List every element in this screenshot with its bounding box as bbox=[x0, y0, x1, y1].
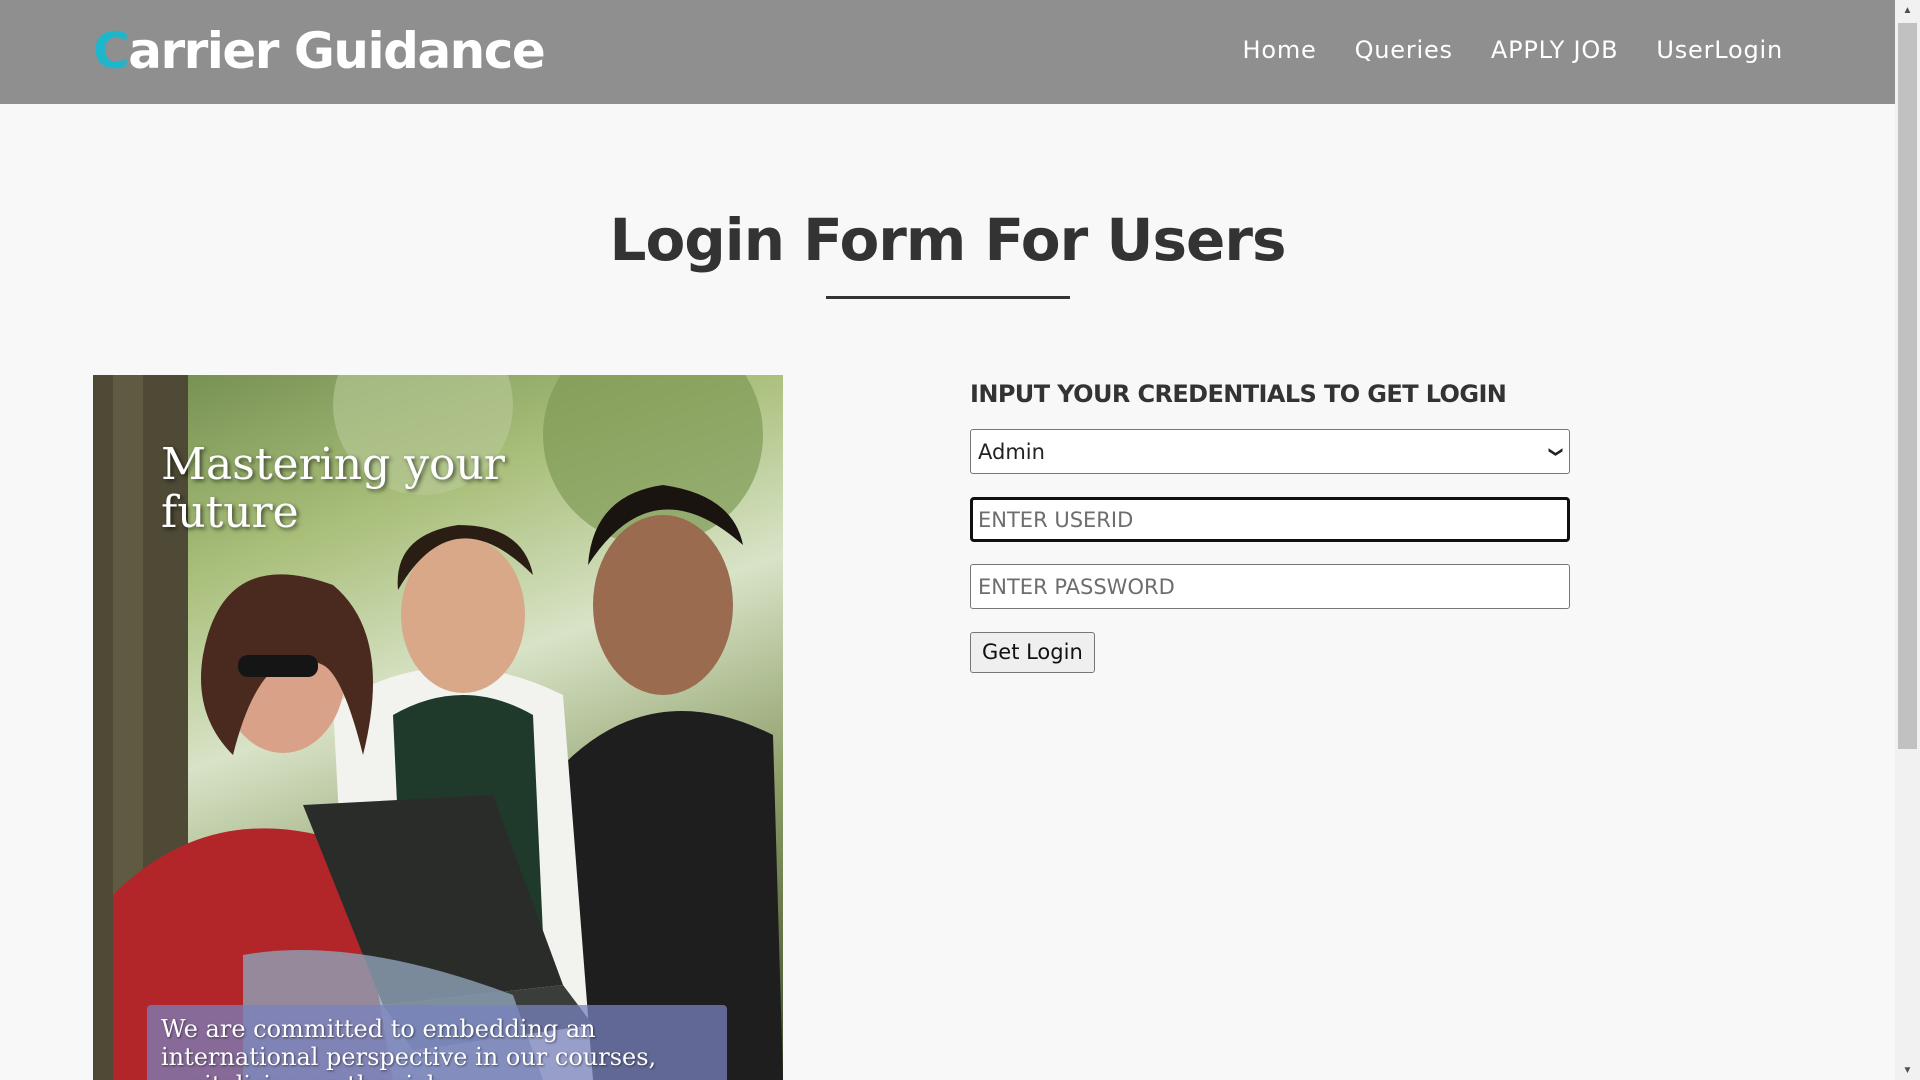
nav-home[interactable]: Home bbox=[1224, 30, 1336, 70]
scroll-down-arrow-icon[interactable]: ▼ bbox=[1895, 1060, 1920, 1080]
scroll-up-arrow-icon[interactable]: ▲ bbox=[1895, 0, 1920, 20]
brand-name: arrier Guidance bbox=[128, 22, 546, 80]
get-login-button[interactable]: Get Login bbox=[970, 632, 1095, 673]
brand-first-letter: C bbox=[93, 22, 130, 80]
role-select-value: Admin bbox=[978, 439, 1045, 464]
main-nav: Home Queries APPLY JOB UserLogin bbox=[1224, 30, 1784, 70]
page-scrollbar[interactable]: ▲ ▼ bbox=[1895, 0, 1920, 1080]
nav-apply-job[interactable]: APPLY JOB bbox=[1472, 30, 1637, 70]
role-select[interactable]: Admin ❯ bbox=[970, 429, 1570, 474]
hero-image: Mastering your future We are committed t… bbox=[93, 375, 783, 1080]
brand-logo[interactable]: Carrier Guidance bbox=[93, 16, 546, 86]
hero-heading: Mastering your future bbox=[161, 439, 505, 538]
chevron-down-icon: ❯ bbox=[1548, 445, 1565, 458]
top-navbar: Carrier Guidance Home Queries APPLY JOB … bbox=[0, 0, 1895, 104]
nav-user-login[interactable]: UserLogin bbox=[1637, 30, 1783, 70]
nav-queries[interactable]: Queries bbox=[1336, 30, 1472, 70]
scroll-thumb[interactable] bbox=[1898, 23, 1917, 749]
hero-caption: We are committed to embedding an interna… bbox=[161, 1015, 657, 1080]
page-title: Login Form For Users bbox=[609, 206, 1286, 274]
title-underline bbox=[826, 296, 1070, 299]
userid-input[interactable] bbox=[970, 497, 1570, 542]
password-input[interactable] bbox=[970, 564, 1570, 609]
form-heading: INPUT YOUR CREDENTIALS TO GET LOGIN bbox=[970, 380, 1507, 408]
